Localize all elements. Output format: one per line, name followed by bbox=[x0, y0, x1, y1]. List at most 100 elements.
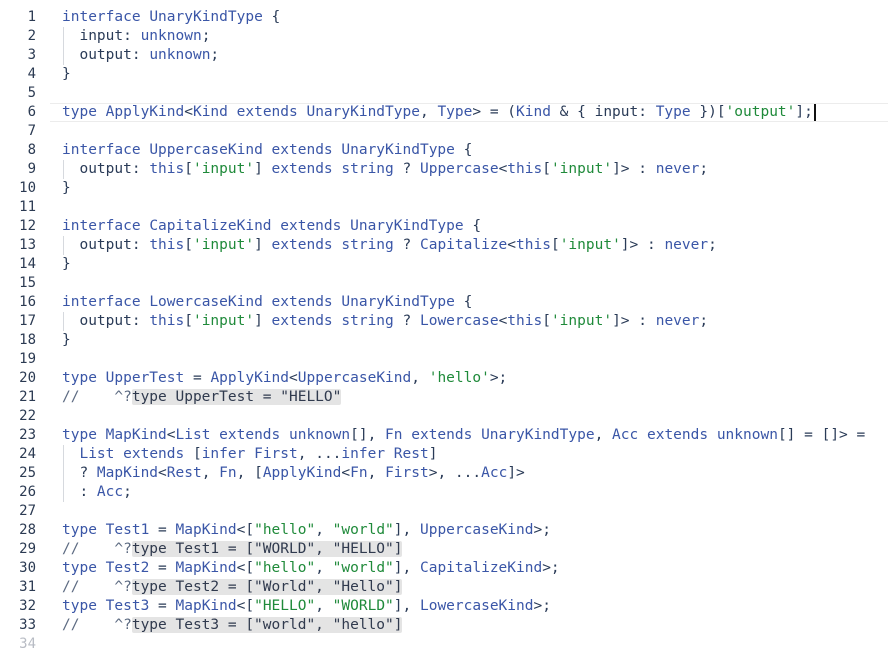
code-content[interactable]: } bbox=[62, 179, 71, 198]
keyword-token: extends bbox=[646, 427, 709, 443]
code-content[interactable]: } bbox=[62, 65, 71, 84]
keyword-token: interface bbox=[62, 142, 141, 158]
type-token: List bbox=[79, 446, 115, 462]
code-line[interactable]: 9 output: this['input'] extends string ?… bbox=[0, 160, 888, 179]
string-token: 'input' bbox=[192, 161, 255, 177]
code-line[interactable]: 20 type UpperTest = ApplyKind<UppercaseKi… bbox=[0, 369, 888, 388]
type-token: First bbox=[254, 446, 298, 462]
code-content[interactable]: input: unknown; bbox=[62, 27, 210, 46]
code-content[interactable]: type Test2 = MapKind<["hello", "world"],… bbox=[62, 559, 560, 578]
code-line[interactable]: 34 bbox=[0, 635, 888, 654]
code-line[interactable]: 27 bbox=[0, 502, 888, 521]
line-number: 25 bbox=[19, 465, 36, 481]
type-token: Lowercase bbox=[419, 313, 499, 329]
code-content[interactable]: // ^?type Test2 = ["World", "Hello"] bbox=[62, 578, 403, 597]
code-line[interactable]: 22 bbox=[0, 407, 888, 426]
code-line[interactable]: 19 bbox=[0, 350, 888, 369]
code-content[interactable]: List extends [infer First, ...infer Rest… bbox=[62, 445, 437, 464]
code-line[interactable]: 31 // ^?type Test2 = ["World", "Hello"] bbox=[0, 578, 888, 597]
code-content[interactable]: interface UppercaseKind extends UnaryKin… bbox=[62, 141, 472, 160]
code-line[interactable]: 32 type Test3 = MapKind<["HELLO", "WORLD"… bbox=[0, 597, 888, 616]
code-line[interactable]: 3 output: unknown; bbox=[0, 46, 888, 65]
code-content[interactable]: } bbox=[62, 331, 71, 350]
code-text: , bbox=[594, 427, 613, 443]
code-line[interactable]: 6 type ApplyKind<Kind extends UnaryKindTy… bbox=[0, 103, 888, 122]
code-line[interactable]: 26 : Acc; bbox=[0, 483, 888, 502]
code-content[interactable]: type MapKind<List extends unknown[], Fn … bbox=[62, 426, 865, 445]
code-text: , bbox=[315, 522, 333, 538]
code-line[interactable]: 18} bbox=[0, 331, 888, 350]
type-token: Uppercase bbox=[419, 161, 499, 177]
code-line[interactable]: 21 // ^?type UpperTest = "HELLO" bbox=[0, 388, 888, 407]
code-content[interactable]: } bbox=[62, 255, 71, 274]
code-line[interactable]: 11 bbox=[0, 198, 888, 217]
code-content[interactable]: interface CapitalizeKind extends UnaryKi… bbox=[62, 217, 481, 236]
code-content[interactable]: output: this['input'] extends string ? U… bbox=[62, 160, 708, 179]
code-content[interactable]: type ApplyKind<Kind extends UnaryKindTyp… bbox=[62, 103, 816, 122]
code-text: ]> bbox=[507, 465, 525, 481]
code-line[interactable]: 33 // ^?type Test3 = ["world", "hello"] bbox=[0, 616, 888, 635]
code-content[interactable]: interface UnaryKindType { bbox=[62, 8, 280, 27]
code-text: < bbox=[498, 313, 508, 329]
type-token: Fn bbox=[385, 427, 403, 443]
code-text: : bbox=[62, 484, 97, 500]
string-token: 'input' bbox=[192, 313, 255, 329]
code-content[interactable]: output: this['input'] extends string ? C… bbox=[62, 236, 716, 255]
code-line[interactable]: 25 ? MapKind<Rest, Fn, [ApplyKind<Fn, Fi… bbox=[0, 464, 888, 483]
type-token: MapKind bbox=[175, 560, 237, 576]
code-line[interactable]: 4} bbox=[0, 65, 888, 84]
code-line[interactable]: 10} bbox=[0, 179, 888, 198]
code-line[interactable]: 29 // ^?type Test1 = ["WORLD", "HELLO"] bbox=[0, 540, 888, 559]
code-line[interactable]: 2 input: unknown; bbox=[0, 27, 888, 46]
code-content[interactable]: interface LowercaseKind extends UnaryKin… bbox=[62, 293, 472, 312]
code-line[interactable]: 15 bbox=[0, 274, 888, 293]
code-line[interactable]: 12 interface CapitalizeKind extends Unary… bbox=[0, 217, 888, 236]
code-editor[interactable]: 1 interface UnaryKindType {2 input: unkno… bbox=[0, 8, 888, 654]
line-number: 1 bbox=[27, 9, 36, 25]
code-text: [] = []> = bbox=[777, 427, 866, 443]
comment-token: // ^? bbox=[62, 579, 132, 595]
code-text: & { input: bbox=[550, 104, 656, 120]
code-line[interactable]: 5 bbox=[0, 84, 888, 103]
code-line[interactable]: 14} bbox=[0, 255, 888, 274]
keyword-token: extends bbox=[123, 446, 185, 462]
keyword-token: never bbox=[664, 237, 709, 253]
keyword-token: extends bbox=[271, 142, 333, 158]
code-content[interactable]: type Test3 = MapKind<["HELLO", "WORLD"],… bbox=[62, 597, 551, 616]
type-token: UppercaseKind bbox=[419, 522, 534, 538]
code-content[interactable]: // ^?type Test1 = ["WORLD", "HELLO"] bbox=[62, 540, 403, 559]
type-token: MapKind bbox=[175, 598, 237, 614]
code-line[interactable]: 30 type Test2 = MapKind<["hello", "world"… bbox=[0, 559, 888, 578]
type-token: UppercaseKind bbox=[297, 370, 412, 386]
type-token: Acc bbox=[612, 427, 639, 443]
code-content[interactable]: type Test1 = MapKind<["hello", "world"],… bbox=[62, 521, 551, 540]
code-line[interactable]: 7 bbox=[0, 122, 888, 141]
code-line[interactable]: 23 type MapKind<List extends unknown[], F… bbox=[0, 426, 888, 445]
code-line[interactable]: 28 type Test1 = MapKind<["hello", "world"… bbox=[0, 521, 888, 540]
code-line[interactable]: 13 output: this['input'] extends string … bbox=[0, 236, 888, 255]
code-content[interactable]: // ^?type UpperTest = "HELLO" bbox=[62, 388, 342, 407]
code-text: , bbox=[367, 465, 386, 481]
line-number: 23 bbox=[19, 427, 36, 443]
code-content[interactable]: output: this['input'] extends string ? L… bbox=[62, 312, 708, 331]
keyword-token: interface bbox=[62, 294, 141, 310]
code-content[interactable]: output: unknown; bbox=[62, 46, 219, 65]
code-line[interactable]: 24 List extends [infer First, ...infer R… bbox=[0, 445, 888, 464]
string-token: 'input' bbox=[550, 161, 613, 177]
code-content[interactable]: : Acc; bbox=[62, 483, 131, 502]
code-line[interactable]: 1 interface UnaryKindType { bbox=[0, 8, 888, 27]
code-content[interactable]: // ^?type Test3 = ["world", "hello"] bbox=[62, 616, 403, 635]
code-line[interactable]: 16 interface LowercaseKind extends UnaryK… bbox=[0, 293, 888, 312]
code-text: } bbox=[62, 256, 71, 272]
code-text: ] bbox=[254, 313, 272, 329]
code-content[interactable]: type UpperTest = ApplyKind<UppercaseKind… bbox=[62, 369, 507, 388]
code-content[interactable]: ? MapKind<Rest, Fn, [ApplyKind<Fn, First… bbox=[62, 464, 525, 483]
code-line[interactable]: 8 interface UppercaseKind extends UnaryKi… bbox=[0, 141, 888, 160]
code-line[interactable]: 17 output: this['input'] extends string … bbox=[0, 312, 888, 331]
string-token: 'input' bbox=[550, 313, 613, 329]
